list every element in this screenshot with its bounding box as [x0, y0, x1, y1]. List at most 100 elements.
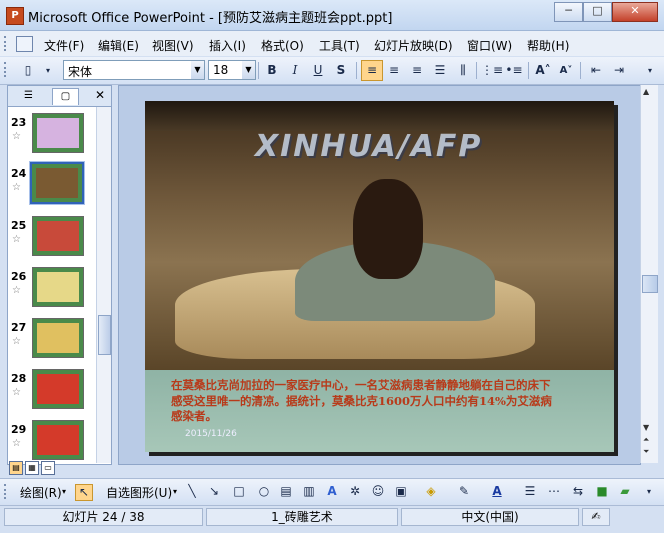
toolbar-dropdown-icon[interactable]: ▾ — [38, 61, 58, 80]
shadow-style-icon[interactable]: ■ — [594, 484, 610, 499]
slide-number: 27 — [11, 321, 27, 334]
shadow-button[interactable]: S — [331, 61, 351, 80]
design-template[interactable]: 1_砖雕艺术 — [206, 508, 398, 526]
menu-window[interactable]: 窗口(W) — [467, 37, 512, 54]
decrease-indent-icon[interactable]: ⇤ — [586, 61, 606, 80]
3d-style-icon[interactable]: ▰ — [617, 484, 633, 499]
font-size-select[interactable]: 18 ▼ — [208, 60, 256, 80]
slide-thumbnail[interactable]: 28 ☆ — [8, 369, 96, 417]
maximize-button[interactable]: □ — [583, 2, 612, 22]
line-style-icon[interactable]: ☰ — [522, 484, 538, 499]
wordart-icon[interactable]: A — [324, 484, 340, 499]
previous-slide-icon[interactable]: ⏶ — [643, 435, 649, 445]
line-color-icon[interactable]: ✎ — [456, 484, 472, 499]
line-icon[interactable]: ╲ — [184, 484, 200, 499]
menu-insert[interactable]: 插入(I) — [209, 37, 246, 54]
fill-color-icon[interactable]: ◈ — [423, 484, 439, 499]
thumbnail-image[interactable] — [32, 369, 84, 409]
close-icon[interactable]: ✕ — [95, 88, 105, 102]
increase-indent-icon[interactable]: ⇥ — [609, 61, 629, 80]
increase-font-icon[interactable]: A˄ — [533, 61, 553, 80]
document-icon[interactable] — [16, 36, 33, 52]
select-pointer-icon[interactable]: ↖ — [75, 484, 93, 501]
slide-thumbnail[interactable]: 26 ☆ — [8, 267, 96, 315]
toolbar-grip[interactable] — [4, 62, 12, 77]
thumbnail-image[interactable] — [32, 113, 84, 153]
font-name-select[interactable]: 宋体 ▼ — [63, 60, 205, 80]
toolbar-grip[interactable] — [4, 484, 12, 499]
menu-help[interactable]: 帮助(H) — [527, 37, 569, 54]
menu-view[interactable]: 视图(V) — [152, 37, 194, 54]
bold-button[interactable]: B — [262, 61, 282, 80]
photo-watermark: XINHUA/AFP — [255, 129, 483, 164]
thumbnail-image[interactable] — [32, 318, 84, 358]
next-slide-icon[interactable]: ⏷ — [643, 447, 649, 457]
scroll-up-icon[interactable]: ▲ — [643, 87, 649, 96]
spelling-check-icon[interactable]: ✍ — [582, 508, 610, 526]
toolbar-divider — [258, 62, 259, 79]
dash-style-icon[interactable]: ⋯ — [546, 484, 562, 499]
toolbar-options-icon[interactable]: ▾ — [641, 484, 657, 499]
toolbar-options-icon[interactable]: ▾ — [640, 61, 660, 80]
toolbar-divider — [580, 62, 581, 79]
italic-button[interactable]: I — [285, 61, 305, 80]
thumbnail-image[interactable] — [32, 216, 84, 256]
slide-thumbnail[interactable]: 23 ☆ — [8, 113, 96, 161]
slide-photo: XINHUA/AFP — [145, 101, 614, 370]
chevron-down-icon[interactable]: ▼ — [242, 61, 255, 79]
current-slide[interactable]: XINHUA/AFP 在莫桑比克尚加拉的一家医疗中心，一名艾滋病患者静静地躺在自… — [145, 101, 614, 452]
thumbnail-image[interactable] — [32, 267, 84, 307]
menu-edit[interactable]: 编辑(E) — [98, 37, 139, 54]
slide-caption[interactable]: 在莫桑比克尚加拉的一家医疗中心，一名艾滋病患者静静地躺在自己的床下感受这里唯一的… — [171, 378, 555, 425]
slide-thumbnail[interactable]: 25 ☆ — [8, 216, 96, 264]
scrollbar-thumb[interactable] — [98, 315, 111, 355]
align-right-icon[interactable]: ≡ — [407, 61, 427, 80]
slide-thumbnail-selected[interactable]: 24 ☆ — [8, 161, 96, 212]
align-center-icon[interactable]: ≡ — [384, 61, 404, 80]
underline-button[interactable]: U — [308, 61, 328, 80]
slideshow-icon[interactable]: ▭ — [41, 461, 55, 475]
chevron-down-icon[interactable]: ▾ — [173, 487, 177, 496]
scrollbar-thumb[interactable] — [642, 275, 658, 293]
diagram-icon[interactable]: ✲ — [347, 484, 363, 499]
picture-icon[interactable]: ▣ — [393, 484, 409, 499]
decrease-font-icon[interactable]: A˅ — [556, 61, 576, 80]
draw-menu-button[interactable]: 绘图(R) — [20, 484, 62, 501]
slide-thumbnail[interactable]: 27 ☆ — [8, 318, 96, 366]
menu-format[interactable]: 格式(O) — [261, 37, 304, 54]
font-color-icon[interactable]: A — [489, 484, 505, 499]
font-size-value: 18 — [213, 63, 229, 77]
menu-grip[interactable] — [4, 36, 12, 51]
justify-icon[interactable]: ☰ — [430, 61, 450, 80]
align-left-icon[interactable]: ≡ — [361, 60, 383, 81]
minimize-button[interactable]: ─ — [554, 2, 583, 22]
thumbnail-image[interactable] — [29, 161, 85, 205]
chevron-down-icon[interactable]: ▾ — [62, 487, 66, 496]
numbered-list-icon[interactable]: ⋮≡ — [481, 61, 503, 80]
vertical-textbox-icon[interactable]: ▥ — [301, 484, 317, 499]
bulleted-list-icon[interactable]: •≡ — [504, 61, 524, 80]
menu-slideshow[interactable]: 幻灯片放映(D) — [374, 37, 453, 54]
distributed-icon[interactable]: ⫼ — [453, 61, 473, 80]
scroll-down-icon[interactable]: ▼ — [643, 423, 649, 432]
chevron-down-icon[interactable]: ▼ — [191, 61, 204, 79]
outline-tab[interactable]: ☰ — [16, 88, 41, 104]
normal-view-icon[interactable]: ▤ — [9, 461, 23, 475]
clipart-icon[interactable]: ☺ — [370, 484, 386, 499]
rectangle-icon[interactable]: □ — [231, 484, 247, 499]
arrow-style-icon[interactable]: ⇆ — [570, 484, 586, 499]
close-button[interactable]: ✕ — [612, 2, 658, 22]
menu-file[interactable]: 文件(F) — [44, 37, 84, 54]
arrow-icon[interactable]: ↘ — [206, 484, 222, 499]
menu-tools[interactable]: 工具(T) — [319, 37, 360, 54]
thumbnail-image[interactable] — [32, 420, 84, 460]
editor-scrollbar[interactable]: ▲ ▼ ⏶ ⏷ — [640, 85, 658, 463]
powerpoint-icon[interactable]: P — [6, 7, 24, 25]
slide-sorter-icon[interactable]: ▦ — [25, 461, 39, 475]
textbox-icon[interactable]: ▤ — [278, 484, 294, 499]
slides-pane-scrollbar[interactable] — [96, 107, 111, 463]
oval-icon[interactable]: ○ — [256, 484, 272, 499]
autoshapes-button[interactable]: 自选图形(U) — [106, 484, 172, 501]
new-document-icon[interactable]: ▯ — [18, 61, 38, 80]
slides-tab[interactable]: ▢ — [52, 88, 79, 105]
